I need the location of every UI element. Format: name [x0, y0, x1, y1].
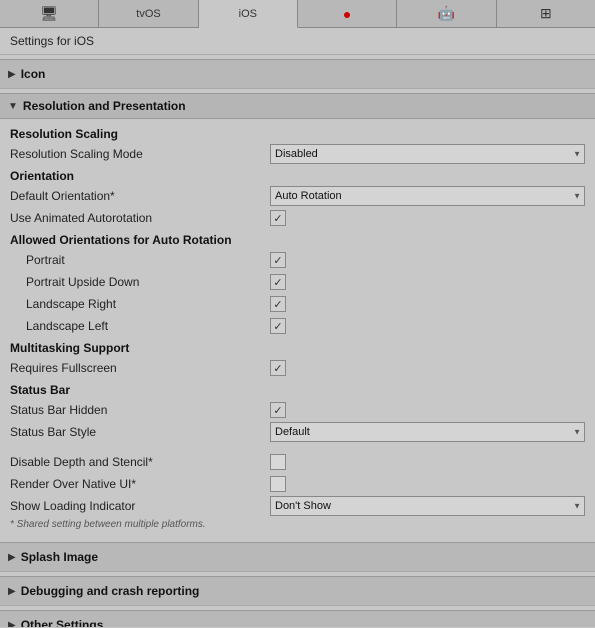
requires-fullscreen-checkbox[interactable] [270, 360, 286, 376]
section-resolution-label: Resolution and Presentation [23, 99, 186, 113]
chevron-right-other-icon: ▶ [8, 620, 16, 628]
landscape-left-checkbox[interactable] [270, 318, 286, 334]
chevron-right-debugging-icon: ▶ [8, 586, 16, 597]
portrait-label: Portrait [10, 253, 270, 267]
subsection-allowed-orientations: Allowed Orientations for Auto Rotation [10, 229, 585, 249]
section-other-header[interactable]: ▶ Other Settings [0, 610, 595, 627]
shared-setting-note: * Shared setting between multiple platfo… [10, 517, 585, 534]
disable-depth-stencil-checkbox[interactable] [270, 454, 286, 470]
show-loading-indicator-label: Show Loading Indicator [10, 499, 270, 513]
row-scaling-mode: Resolution Scaling Mode Disabled Fixed D… [10, 143, 585, 165]
section-other: ▶ Other Settings [0, 610, 595, 627]
row-status-bar-style: Status Bar Style Default Light Content D… [10, 421, 585, 443]
portrait-value [270, 252, 585, 268]
scaling-mode-dropdown[interactable]: Disabled Fixed DPI FixedHeight FixedWidt… [270, 144, 585, 164]
row-status-bar-hidden: Status Bar Hidden [10, 399, 585, 421]
animated-autorotation-value [270, 210, 585, 226]
scaling-mode-value: Disabled Fixed DPI FixedHeight FixedWidt… [270, 144, 585, 164]
row-portrait-upside-down: Portrait Upside Down [10, 271, 585, 293]
scaling-mode-dropdown-wrapper: Disabled Fixed DPI FixedHeight FixedWidt… [270, 144, 585, 164]
section-resolution-header[interactable]: ▼ Resolution and Presentation [0, 93, 595, 119]
subsection-multitasking: Multitasking Support [10, 337, 585, 357]
tab-tizen[interactable]: ● [298, 0, 397, 27]
row-portrait: Portrait [10, 249, 585, 271]
show-loading-indicator-dropdown-wrapper: Don't Show Always In Background [270, 496, 585, 516]
tab-monitor[interactable]: 🖥 [0, 0, 99, 27]
section-splash: ▶ Splash Image [0, 542, 595, 572]
default-orientation-dropdown-wrapper: Auto Rotation Portrait Portrait Upside D… [270, 186, 585, 206]
section-resolution-content: Resolution Scaling Resolution Scaling Mo… [0, 119, 595, 538]
subsection-status-bar: Status Bar [10, 379, 585, 399]
subsection-orientation: Orientation [10, 165, 585, 185]
tizen-icon: ● [343, 6, 351, 22]
section-debugging-header[interactable]: ▶ Debugging and crash reporting [0, 576, 595, 606]
row-animated-autorotation: Use Animated Autorotation [10, 207, 585, 229]
row-requires-fullscreen: Requires Fullscreen [10, 357, 585, 379]
section-splash-label: Splash Image [21, 550, 98, 564]
section-debugging: ▶ Debugging and crash reporting [0, 576, 595, 606]
row-show-loading-indicator: Show Loading Indicator Don't Show Always… [10, 495, 585, 517]
requires-fullscreen-value [270, 360, 585, 376]
render-over-native-value [270, 476, 585, 492]
portrait-upside-down-checkbox[interactable] [270, 274, 286, 290]
render-over-native-checkbox[interactable] [270, 476, 286, 492]
default-orientation-dropdown[interactable]: Auto Rotation Portrait Portrait Upside D… [270, 186, 585, 206]
status-bar-style-dropdown-wrapper: Default Light Content Dark Content [270, 422, 585, 442]
status-bar-hidden-value [270, 402, 585, 418]
status-bar-hidden-checkbox[interactable] [270, 402, 286, 418]
section-icon-label: Icon [21, 67, 46, 81]
show-loading-indicator-value: Don't Show Always In Background [270, 496, 585, 516]
tab-tvos[interactable]: tvOS [99, 0, 198, 27]
row-default-orientation: Default Orientation* Auto Rotation Portr… [10, 185, 585, 207]
status-bar-style-dropdown[interactable]: Default Light Content Dark Content [270, 422, 585, 442]
landscape-left-value [270, 318, 585, 334]
landscape-left-label: Landscape Left [10, 319, 270, 333]
render-over-native-label: Render Over Native UI* [10, 477, 270, 491]
portrait-checkbox[interactable] [270, 252, 286, 268]
row-render-over-native: Render Over Native UI* [10, 473, 585, 495]
default-orientation-label: Default Orientation* [10, 189, 270, 203]
landscape-right-checkbox[interactable] [270, 296, 286, 312]
tab-bar: 🖥 tvOS iOS ● 🤖 ⊞ [0, 0, 595, 28]
tab-android[interactable]: 🤖 [397, 0, 496, 27]
status-bar-style-label: Status Bar Style [10, 425, 270, 439]
disable-depth-stencil-value [270, 454, 585, 470]
section-icon-header[interactable]: ▶ Icon [0, 59, 595, 89]
landscape-right-label: Landscape Right [10, 297, 270, 311]
requires-fullscreen-label: Requires Fullscreen [10, 361, 270, 375]
landscape-right-value [270, 296, 585, 312]
section-splash-header[interactable]: ▶ Splash Image [0, 542, 595, 572]
tab-ios-label: iOS [239, 8, 257, 20]
monitor-icon: 🖥 [40, 5, 58, 22]
windows-icon: ⊞ [540, 5, 552, 22]
disable-depth-stencil-label: Disable Depth and Stencil* [10, 455, 270, 469]
status-bar-style-value: Default Light Content Dark Content [270, 422, 585, 442]
row-landscape-right: Landscape Right [10, 293, 585, 315]
scaling-mode-label: Resolution Scaling Mode [10, 147, 270, 161]
status-bar-hidden-label: Status Bar Hidden [10, 403, 270, 417]
tab-ios[interactable]: iOS [199, 0, 298, 28]
animated-autorotation-checkbox[interactable] [270, 210, 286, 226]
tab-tvos-label: tvOS [136, 8, 160, 20]
show-loading-indicator-dropdown[interactable]: Don't Show Always In Background [270, 496, 585, 516]
default-orientation-value: Auto Rotation Portrait Portrait Upside D… [270, 186, 585, 206]
section-debugging-label: Debugging and crash reporting [21, 584, 200, 598]
chevron-down-icon: ▼ [8, 101, 18, 112]
section-resolution: ▼ Resolution and Presentation Resolution… [0, 93, 595, 538]
tab-windows[interactable]: ⊞ [497, 0, 595, 27]
subsection-resolution-scaling: Resolution Scaling [10, 123, 585, 143]
chevron-right-icon: ▶ [8, 69, 16, 80]
row-landscape-left: Landscape Left [10, 315, 585, 337]
main-content: ▶ Icon ▼ Resolution and Presentation Res… [0, 55, 595, 627]
chevron-right-splash-icon: ▶ [8, 552, 16, 563]
section-other-label: Other Settings [21, 618, 104, 627]
animated-autorotation-label: Use Animated Autorotation [10, 211, 270, 225]
portrait-upside-down-value [270, 274, 585, 290]
row-disable-depth-stencil: Disable Depth and Stencil* [10, 451, 585, 473]
portrait-upside-down-label: Portrait Upside Down [10, 275, 270, 289]
section-icon: ▶ Icon [0, 59, 595, 89]
page-title: Settings for iOS [0, 28, 595, 55]
android-icon: 🤖 [438, 5, 455, 22]
